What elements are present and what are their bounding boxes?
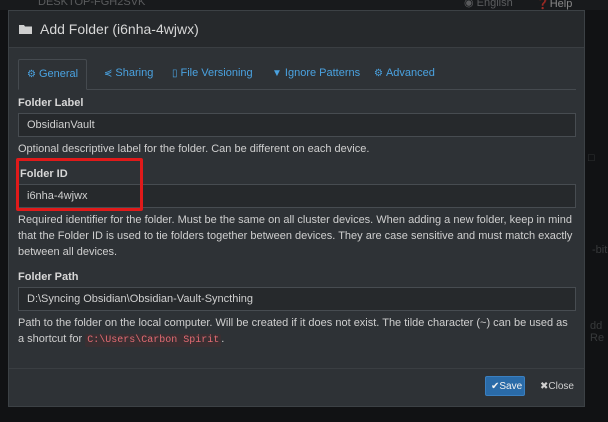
tab-general[interactable]: ⚙ General (18, 59, 88, 90)
tab-file-versioning[interactable]: ▯ File Versioning (164, 59, 261, 88)
folder-path-input[interactable]: D:\Syncing Obsidian\Obsidian-Vault-Synct… (18, 287, 576, 311)
folder-label-input[interactable]: ObsidianVault (18, 113, 576, 137)
folder-path-help: Path to the folder on the local computer… (18, 317, 568, 347)
tab-sharing[interactable]: ⋞ Sharing (96, 59, 161, 88)
gear-icon: ⚙ (27, 69, 36, 80)
close-button[interactable]: ✖Close (534, 376, 576, 396)
tab-ignore-patterns[interactable]: ▼ Ignore Patterns (264, 59, 368, 88)
home-path-code: C:\Users\Carbon Spirit (85, 334, 222, 347)
save-button[interactable]: ✔Save (485, 376, 525, 396)
folder-label-heading: Folder Label (18, 97, 84, 109)
dialog-footer: ✔Save ✖Close (9, 368, 584, 409)
dialog-header: Add Folder (i6nha-4wjwx) (9, 11, 584, 48)
dialog-title: Add Folder (i6nha-4wjwx) (40, 21, 199, 37)
highlight-box (16, 158, 143, 211)
folder-id-help: Required identifier for the folder. Must… (18, 214, 573, 258)
tab-bar: ⚙ General ⋞ Sharing ▯ File Versioning ▼ Igno… (18, 59, 576, 90)
file-icon: ▯ (172, 68, 178, 79)
filter-icon: ▼ (272, 68, 282, 79)
tab-advanced[interactable]: ⚙ Advanced (366, 59, 443, 88)
folder-label-help: Optional descriptive label for the folde… (18, 143, 370, 155)
folder-path-heading: Folder Path (18, 271, 79, 283)
add-folder-dialog: Add Folder (i6nha-4wjwx) ⚙ General ⋞ Shari… (8, 10, 585, 407)
share-icon: ⋞ (104, 68, 113, 79)
folder-icon (19, 25, 32, 34)
cogs-icon: ⚙ (374, 68, 383, 79)
